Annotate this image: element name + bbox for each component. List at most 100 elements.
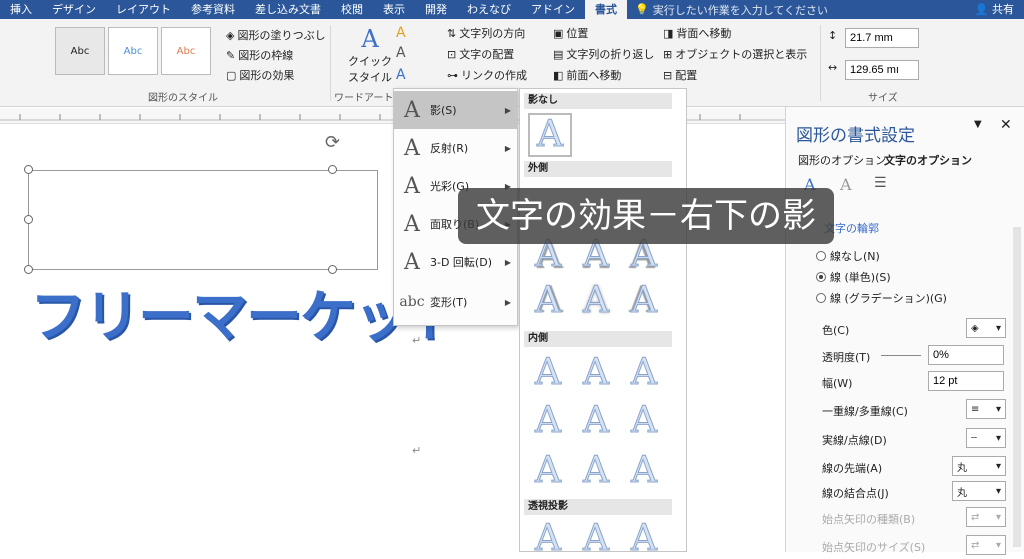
resize-handle[interactable]: [24, 215, 33, 224]
shape-fill-button[interactable]: ◈ 図形の塗りつぶし: [226, 27, 326, 43]
align-text-button[interactable]: ⊡ 文字の配置: [447, 46, 514, 62]
send-backward-button[interactable]: ◨ 背面へ移動: [663, 25, 731, 41]
quick-styles-label-1: クイック: [348, 55, 392, 68]
width-input[interactable]: [845, 60, 919, 80]
shadow-option-inner[interactable]: A: [576, 450, 616, 491]
shadow-option-outer[interactable]: A: [576, 280, 616, 321]
tab-text-options[interactable]: 文字のオプション: [884, 152, 972, 168]
transparency-input[interactable]: [928, 345, 1004, 365]
tab-view[interactable]: 表示: [373, 0, 415, 19]
menu-item-transform[interactable]: abc 変形(T) ▶: [394, 283, 517, 321]
shadow-option-inner[interactable]: A: [624, 400, 664, 441]
resize-handle[interactable]: [24, 265, 33, 274]
quick-styles-button[interactable]: A クイック スタイル: [348, 25, 392, 85]
begin-arrow-size-dropdown[interactable]: ⇄ ▾: [966, 535, 1006, 555]
shadow-option-outer[interactable]: A: [528, 280, 568, 321]
shape-outline-button[interactable]: ✎ 図形の枠線: [226, 47, 293, 63]
text-direction-label: 文字列の方向: [459, 27, 526, 40]
divider: [820, 25, 821, 101]
pane-scrollbar[interactable]: [1013, 227, 1021, 547]
share-button[interactable]: 👤 共有: [975, 0, 1014, 19]
cap-value: 丸: [957, 462, 967, 474]
cap-type-label: 線の先端(A): [822, 462, 883, 475]
resize-handle[interactable]: [24, 165, 33, 174]
shadow-option-inner[interactable]: A: [528, 352, 568, 393]
shadow-option-inner[interactable]: A: [624, 450, 664, 491]
tell-me-text: 実行したい作業を入力してください: [652, 3, 829, 17]
tab-mailings[interactable]: 差し込み文書: [245, 0, 331, 19]
compound-type-dropdown[interactable]: ≡ ▾: [966, 399, 1006, 419]
shape-style-2[interactable]: Abc: [108, 27, 158, 75]
chevron-down-icon: ▾: [995, 322, 1001, 334]
dash-type-dropdown[interactable]: ┄ ▾: [966, 428, 1006, 448]
height-input[interactable]: [845, 28, 919, 48]
shape-effects-button[interactable]: ▢ 図形の効果: [226, 67, 294, 83]
tell-me-box[interactable]: 💡 実行したい作業を入力してください: [635, 2, 828, 18]
tab-insert[interactable]: 挿入: [0, 0, 42, 19]
chevron-down-icon: ▾: [995, 460, 1001, 472]
tab-shape-options[interactable]: 図形のオプション: [798, 152, 886, 168]
transparency-slider[interactable]: [881, 355, 921, 356]
shadow-option-none[interactable]: A: [528, 113, 572, 157]
bring-forward-button[interactable]: ◧ 前面へ移動: [553, 67, 621, 83]
size-group-label: サイズ: [868, 93, 898, 104]
position-button[interactable]: ▣ 位置: [553, 25, 588, 41]
align-button[interactable]: ⊟ 配置: [663, 67, 697, 83]
shadow-option-perspective[interactable]: A: [528, 518, 568, 559]
menu-item-reflection[interactable]: A 反射(R) ▶: [394, 129, 517, 167]
resize-handle[interactable]: [328, 165, 337, 174]
effects-icon: ▢: [226, 68, 237, 82]
color-picker[interactable]: ◈ ▾: [966, 318, 1006, 338]
rotate-handle-icon[interactable]: ⟳: [325, 132, 340, 153]
shadow-option-perspective[interactable]: A: [576, 518, 616, 559]
align-text-icon: ⊡: [447, 47, 457, 61]
radio-solid-line[interactable]: 線 (単色)(S): [816, 269, 891, 285]
text-effects-button[interactable]: A: [396, 67, 406, 83]
selection-pane-button[interactable]: ⊞ オブジェクトの選択と表示: [663, 46, 807, 62]
position-label: 位置: [566, 27, 589, 40]
menu-item-3d-rotation[interactable]: A 3-D 回転(D) ▶: [394, 243, 517, 281]
text-fill-button[interactable]: A: [396, 25, 406, 41]
width-icon: ↔: [828, 61, 838, 74]
text-box-icon[interactable]: ☰: [874, 175, 887, 191]
line-width-input[interactable]: [928, 371, 1004, 391]
tab-layout[interactable]: レイアウト: [106, 0, 181, 19]
shape-styles-group-label: 図形のスタイル: [148, 93, 218, 104]
text-outline-button[interactable]: A: [396, 45, 406, 61]
shadow-option-inner[interactable]: A: [528, 450, 568, 491]
begin-arrow-type-dropdown[interactable]: ⇄ ▾: [966, 507, 1006, 527]
wrap-text-button[interactable]: ▤ 文字列の折り返し: [553, 46, 654, 62]
tab-review[interactable]: 校閲: [331, 0, 373, 19]
shadow-option-inner[interactable]: A: [528, 400, 568, 441]
text-effects-icon[interactable]: A: [840, 175, 852, 194]
shadow-option-outer[interactable]: A: [624, 280, 664, 321]
shadow-option-perspective[interactable]: A: [624, 518, 664, 559]
shadow-option-inner[interactable]: A: [576, 400, 616, 441]
tab-design[interactable]: デザイン: [42, 0, 106, 19]
shape-style-1[interactable]: Abc: [55, 27, 105, 75]
shape-style-3[interactable]: Abc: [161, 27, 211, 75]
text-box-frame[interactable]: [28, 170, 378, 270]
create-link-button[interactable]: ⊶ リンクの作成: [447, 67, 527, 83]
submenu-arrow-icon: ▶: [504, 297, 511, 307]
glow-a-icon: A: [404, 173, 420, 199]
tab-references[interactable]: 参考資料: [181, 0, 245, 19]
join-type-dropdown[interactable]: 丸 ▾: [952, 481, 1006, 501]
resize-handle[interactable]: [328, 265, 337, 274]
cap-type-dropdown[interactable]: 丸 ▾: [952, 456, 1006, 476]
style-sample-1: Abc: [70, 45, 90, 57]
tab-developer[interactable]: 開発: [415, 0, 457, 19]
rotation-a-icon: A: [404, 249, 420, 275]
tab-waenavi[interactable]: わえなび: [457, 0, 521, 19]
quick-styles-label-2: スタイル: [348, 71, 392, 84]
shadow-option-inner[interactable]: A: [576, 352, 616, 393]
shadow-option-inner[interactable]: A: [624, 352, 664, 393]
tab-format[interactable]: 書式: [585, 0, 627, 19]
pane-options-dropdown[interactable]: ▼: [974, 119, 982, 130]
radio-gradient-line[interactable]: 線 (グラデーション)(G): [816, 290, 947, 306]
close-icon[interactable]: ✕: [1000, 117, 1012, 133]
tab-addins[interactable]: アドイン: [521, 0, 585, 19]
menu-item-shadow[interactable]: A 影(S) ▶: [394, 91, 517, 129]
text-direction-button[interactable]: ⇅ 文字列の方向: [447, 25, 525, 41]
radio-no-line[interactable]: 線なし(N): [816, 248, 880, 264]
